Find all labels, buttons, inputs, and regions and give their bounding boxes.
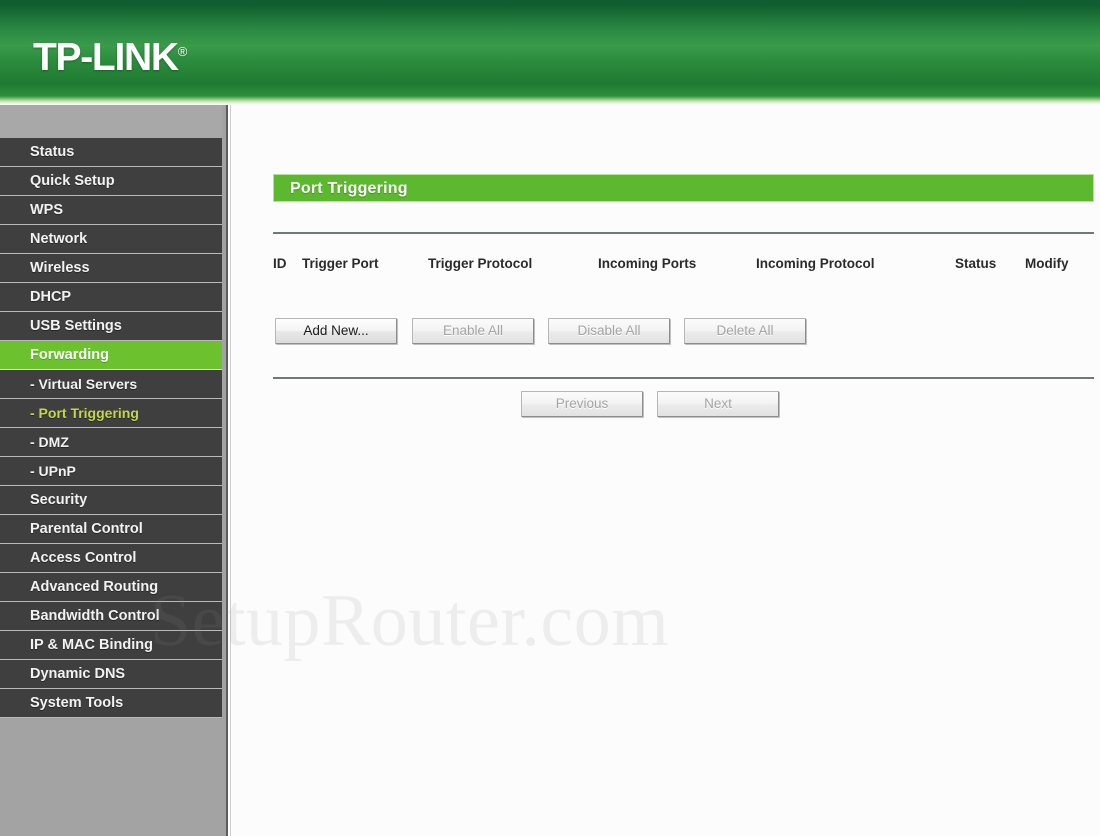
- delete-all-button: Delete All: [684, 318, 806, 344]
- main-content-panel: Port Triggering ID Trigger Port Trigger Pr…: [230, 105, 1100, 836]
- page-body: Status Quick Setup WPS Network Wireless DHCP U…: [0, 105, 1100, 836]
- sidebar-item-usb-settings[interactable]: USB Settings: [0, 312, 222, 341]
- sidebar-item-security[interactable]: Security: [0, 486, 222, 515]
- sidebar-item-bandwidth-control[interactable]: Bandwidth Control: [0, 602, 222, 631]
- sidebar-top-strip: [0, 105, 222, 138]
- add-new-button[interactable]: Add New...: [275, 318, 397, 344]
- sidebar-filler: [0, 773, 222, 836]
- disable-all-button: Disable All: [548, 318, 670, 344]
- column-header-incoming-protocol: Incoming Protocol: [756, 256, 875, 271]
- port-triggering-table-header: ID Trigger Port Trigger Protocol Incoming P…: [273, 253, 1094, 275]
- sidebar-item-port-triggering[interactable]: - Port Triggering: [0, 399, 222, 428]
- sidebar-item-status[interactable]: Status: [0, 138, 222, 167]
- column-header-status: Status: [955, 256, 997, 271]
- sidebar-item-ip-mac-binding[interactable]: IP & MAC Binding: [0, 631, 222, 660]
- tp-link-logo-text: TP-LINK: [33, 36, 179, 79]
- sidebar-item-dmz[interactable]: - DMZ: [0, 428, 222, 457]
- divider-bottom: [273, 377, 1094, 379]
- sidebar-item-wireless[interactable]: Wireless: [0, 254, 222, 283]
- sidebar-item-forwarding[interactable]: Forwarding: [0, 341, 222, 370]
- sidebar-item-virtual-servers[interactable]: - Virtual Servers: [0, 370, 222, 399]
- column-header-id: ID: [273, 256, 287, 271]
- sidebar-item-dynamic-dns[interactable]: Dynamic DNS: [0, 660, 222, 689]
- column-header-modify: Modify: [1025, 256, 1069, 271]
- sidebar-item-upnp[interactable]: - UPnP: [0, 457, 222, 486]
- page-title: Port Triggering: [290, 180, 408, 197]
- next-button: Next: [657, 391, 779, 417]
- column-header-trigger-port: Trigger Port: [302, 256, 379, 271]
- tp-link-logo: TP-LINK®: [33, 38, 187, 77]
- column-header-trigger-protocol: Trigger Protocol: [428, 256, 533, 271]
- registered-trademark-icon: ®: [177, 44, 188, 59]
- sidebar-item-access-control[interactable]: Access Control: [0, 544, 222, 573]
- column-header-incoming-ports: Incoming Ports: [598, 256, 697, 271]
- sidebar-item-network[interactable]: Network: [0, 225, 222, 254]
- sidebar-item-wps[interactable]: WPS: [0, 196, 222, 225]
- brand-header: TP-LINK®: [0, 0, 1100, 105]
- divider-top: [273, 232, 1094, 234]
- previous-button: Previous: [521, 391, 643, 417]
- enable-all-button: Enable All: [412, 318, 534, 344]
- sidebar-item-system-tools[interactable]: System Tools: [0, 689, 222, 718]
- sidebar-item-parental-control[interactable]: Parental Control: [0, 515, 222, 544]
- sidebar-item-advanced-routing[interactable]: Advanced Routing: [0, 573, 222, 602]
- sidebar-menu-list: Status Quick Setup WPS Network Wireless DHCP U…: [0, 138, 222, 718]
- section-title-bar: Port Triggering: [273, 174, 1094, 202]
- sidebar-item-dhcp[interactable]: DHCP: [0, 283, 222, 312]
- sidebar-item-quick-setup[interactable]: Quick Setup: [0, 167, 222, 196]
- sidebar-navigation: Status Quick Setup WPS Network Wireless DHCP U…: [0, 105, 228, 836]
